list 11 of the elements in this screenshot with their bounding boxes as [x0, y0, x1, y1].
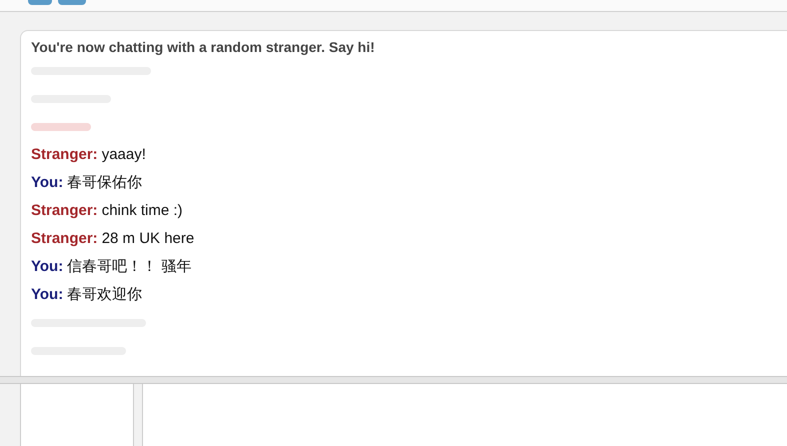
chat-message: Stranger: chink time :)	[31, 200, 184, 221]
header-button[interactable]	[58, 0, 86, 5]
status-message: You're now chatting with a random stranger. Say hi!	[31, 38, 376, 57]
blurred-line	[31, 123, 91, 131]
chat-message: You: 春哥保佑你	[31, 172, 144, 193]
chat-message: You: 春哥欢迎你	[31, 284, 144, 305]
message-input[interactable]	[142, 384, 787, 446]
header-button[interactable]	[28, 0, 52, 5]
chat-message: You: 信春哥吧！！ 骚年	[31, 256, 192, 277]
chat-message: Stranger: 28 m UK here	[31, 228, 196, 249]
chat-message: Stranger: yaaay!	[31, 144, 147, 165]
